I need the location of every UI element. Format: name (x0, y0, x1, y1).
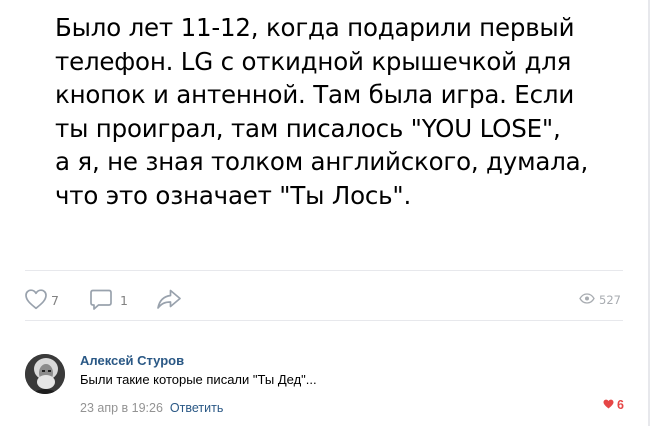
comment-item: Алексей Стуров Были такие которые писали… (25, 348, 624, 418)
like-button[interactable]: 7 (24, 288, 59, 310)
eye-icon (579, 293, 595, 307)
comment-button[interactable]: 1 (89, 288, 128, 311)
comment-meta: 23 апр в 19:26 Ответить (80, 401, 223, 415)
comment-like-button[interactable]: 6 (603, 398, 624, 412)
share-arrow-icon (156, 288, 182, 310)
heart-outline-icon (24, 288, 48, 310)
comment-bubble-icon (89, 288, 113, 311)
like-count: 7 (51, 292, 59, 308)
comment-author-link[interactable]: Алексей Стуров (80, 353, 184, 368)
divider (25, 320, 623, 321)
views-counter: 527 (579, 293, 621, 307)
comment-text: Были такие которые писали "Ты Дед"... (80, 372, 317, 387)
post-card: Было лет 11-12, когда подарили первый те… (0, 0, 650, 426)
heart-filled-icon (603, 398, 614, 412)
avatar[interactable] (25, 354, 65, 394)
post-text: Было лет 11-12, когда подарили первый те… (55, 13, 589, 210)
reply-button[interactable]: Ответить (170, 401, 223, 415)
divider (25, 270, 623, 271)
comment-count: 1 (119, 292, 128, 308)
comment-date[interactable]: 23 апр в 19:26 (80, 401, 163, 415)
views-count: 527 (599, 293, 621, 307)
comment-like-count: 6 (617, 398, 624, 412)
post-actions: 7 1 (24, 287, 182, 311)
share-button[interactable] (156, 288, 182, 310)
